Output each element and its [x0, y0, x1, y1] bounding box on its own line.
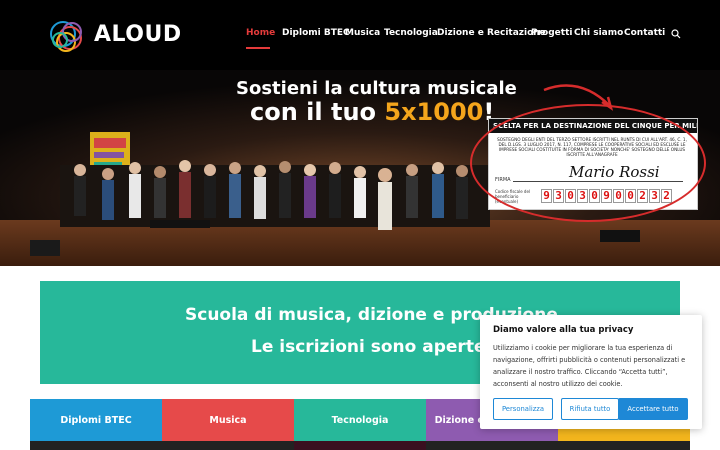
privacy-title: Diamo valore alla tua privacy [493, 325, 634, 335]
nav-active-indicator [246, 47, 270, 49]
site-logo[interactable]: ALOUD [48, 16, 181, 56]
nav-item-contatti[interactable]: Contatti [624, 28, 665, 38]
nav-item-home[interactable]: Home [246, 28, 275, 38]
tile-tecnologia[interactable]: Tecnologia [294, 399, 426, 450]
hero-banner[interactable]: Sostieni la cultura musicale con il tuo … [0, 70, 720, 266]
hero-headline-line1: Sostieni la cultura musicale [236, 78, 517, 99]
brand-name: ALOUD [94, 22, 182, 47]
search-icon[interactable] [671, 29, 681, 39]
hero-headline-accent: 5x1000 [384, 98, 484, 126]
tile-image [30, 441, 162, 450]
highlight-ellipse [470, 104, 706, 222]
nav-item-musica[interactable]: Musica [345, 28, 380, 38]
nav-item-tecnologia[interactable]: Tecnologia [384, 28, 438, 38]
hero-headline-prefix: con il tuo [250, 98, 385, 126]
banner-line2: Le iscrizioni sono aperte [251, 337, 486, 357]
accept-all-button[interactable]: Accettare tutto [618, 398, 688, 420]
customize-button[interactable]: Personalizza [493, 398, 553, 420]
tile-image [162, 441, 294, 450]
site-header: ALOUD Home Diplomi BTEC Musica Tecnologi… [0, 0, 720, 70]
nav-item-progetti[interactable]: Progetti [531, 28, 572, 38]
tile-image [294, 441, 426, 450]
logo-rings-icon [50, 21, 82, 52]
reject-all-button[interactable]: Rifiuta tutto [561, 398, 619, 420]
tile-musica[interactable]: Musica [162, 399, 294, 450]
nav-item-chi-siamo[interactable]: Chi siamo [574, 28, 623, 38]
tile-image [558, 441, 690, 450]
hero-headline-line2: con il tuo 5x1000! [250, 98, 494, 126]
tile-label: Tecnologia [331, 415, 389, 426]
tile-label: Diplomi BTEC [60, 415, 132, 426]
tile-label: Musica [209, 415, 247, 426]
nav-item-diplomi-btec[interactable]: Diplomi BTEC [282, 28, 350, 38]
cookie-consent-popup: Diamo valore alla tua privacy Utilizziam… [480, 315, 702, 429]
nav-item-dizione[interactable]: Dizione e Recitazione [437, 28, 546, 38]
privacy-text: Utilizziamo i cookie per migliorare la t… [493, 344, 686, 388]
tile-image [426, 441, 558, 450]
tile-diplomi-btec[interactable]: Diplomi BTEC [30, 399, 162, 450]
